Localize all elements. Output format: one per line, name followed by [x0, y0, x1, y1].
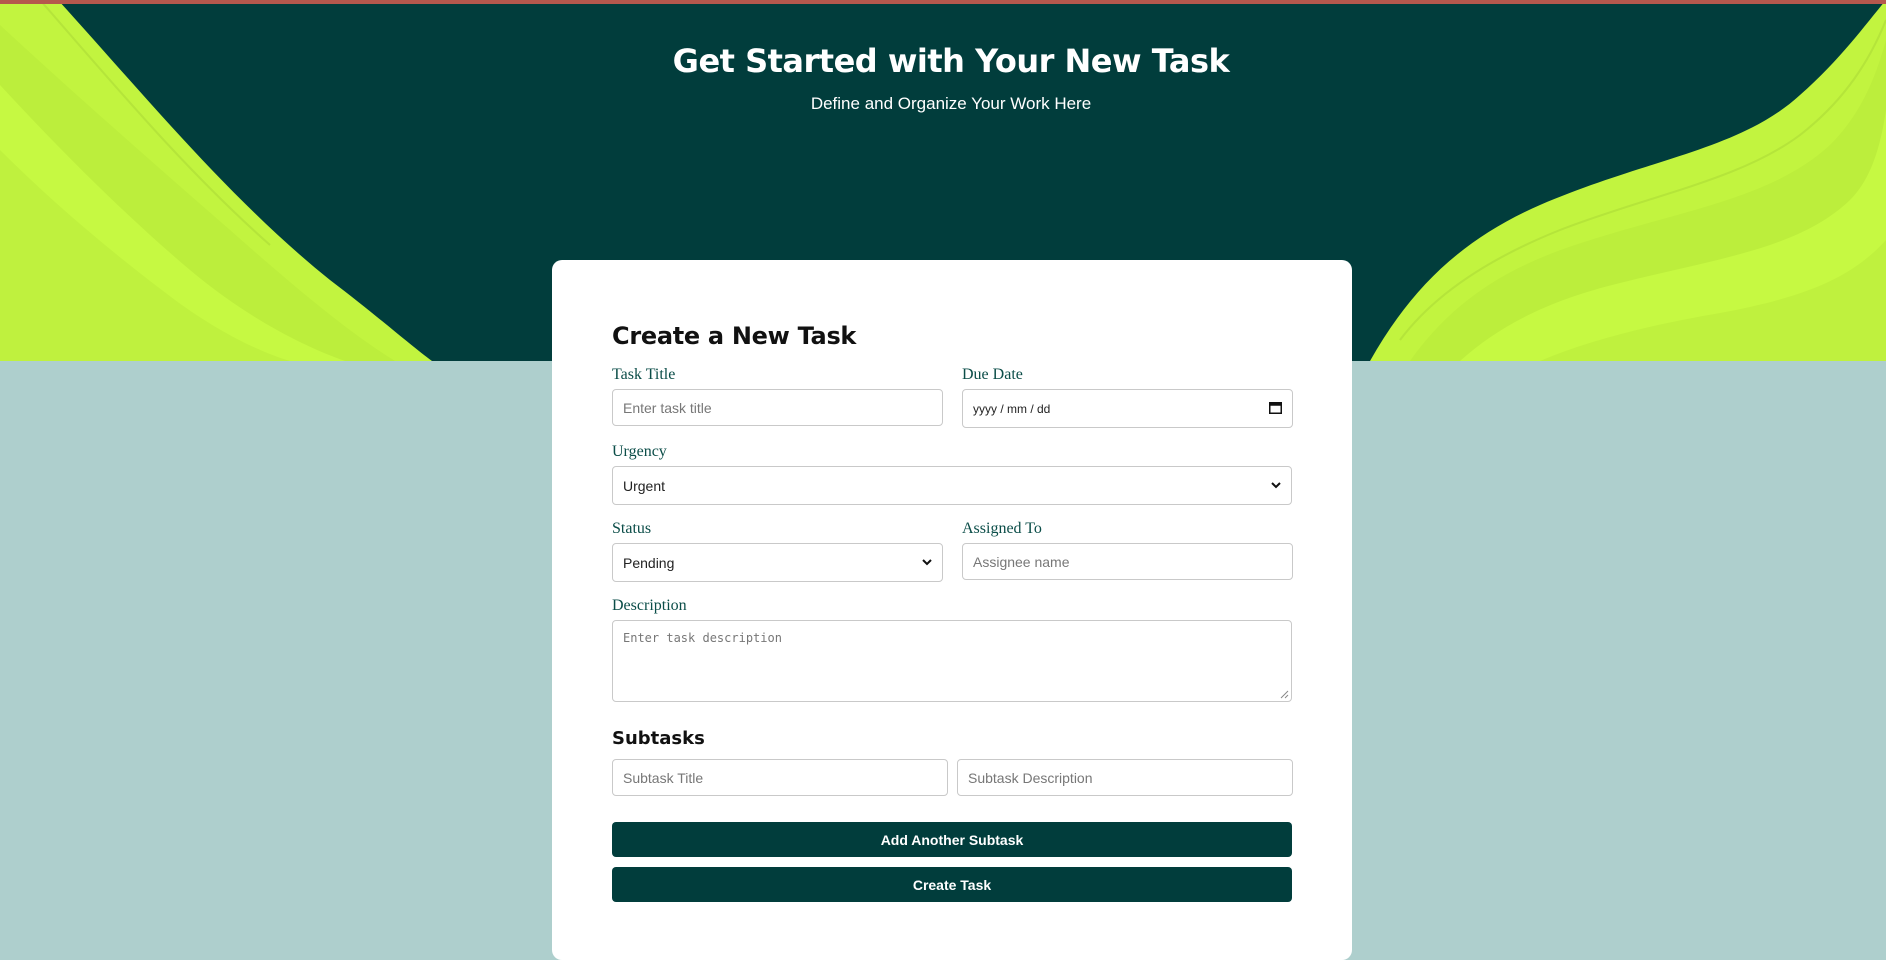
- add-subtask-button[interactable]: Add Another Subtask: [612, 822, 1292, 857]
- description-label: Description: [612, 597, 687, 614]
- assignee-input[interactable]: Assignee name: [962, 543, 1293, 580]
- task-form-card: Create a New Task Task Title Enter task …: [552, 260, 1352, 960]
- chevron-down-icon: [1271, 482, 1281, 489]
- status-select[interactable]: Pending: [612, 543, 943, 582]
- subtask-title-input[interactable]: Subtask Title: [612, 759, 948, 796]
- page-subtitle: Define and Organize Your Work Here: [810, 94, 1092, 113]
- description-textarea[interactable]: Enter task description: [612, 620, 1292, 702]
- subtask-description-placeholder: Subtask Description: [968, 769, 1093, 786]
- due-date-placeholder: yyyy / mm / dd: [973, 401, 1051, 416]
- due-date-input[interactable]: yyyy / mm / dd: [962, 389, 1293, 428]
- form-title: Create a New Task: [612, 322, 857, 350]
- subtask-description-input[interactable]: Subtask Description: [957, 759, 1293, 796]
- subtask-title-placeholder: Subtask Title: [623, 769, 704, 786]
- urgency-label: Urgency: [612, 443, 667, 460]
- calendar-icon[interactable]: [1269, 401, 1282, 414]
- task-title-input[interactable]: Enter task title: [612, 389, 943, 426]
- status-label: Status: [612, 520, 652, 537]
- subtasks-heading: Subtasks: [612, 728, 705, 749]
- chevron-down-icon: [922, 559, 932, 566]
- page-title: Get Started with Your New Task: [672, 42, 1230, 80]
- description-placeholder: Enter task description: [623, 631, 782, 645]
- assignee-placeholder: Assignee name: [973, 553, 1070, 570]
- urgency-value: Urgent: [623, 477, 666, 494]
- task-title-label: Task Title: [612, 366, 676, 383]
- top-accent-line: [0, 0, 1886, 4]
- urgency-select[interactable]: Urgent: [612, 466, 1292, 505]
- create-task-button[interactable]: Create Task: [612, 867, 1292, 902]
- assigned-to-label: Assigned To: [962, 520, 1042, 537]
- status-value: Pending: [623, 554, 675, 571]
- task-title-placeholder: Enter task title: [623, 399, 712, 416]
- due-date-label: Due Date: [962, 366, 1023, 383]
- resize-grip-icon[interactable]: [1280, 690, 1289, 699]
